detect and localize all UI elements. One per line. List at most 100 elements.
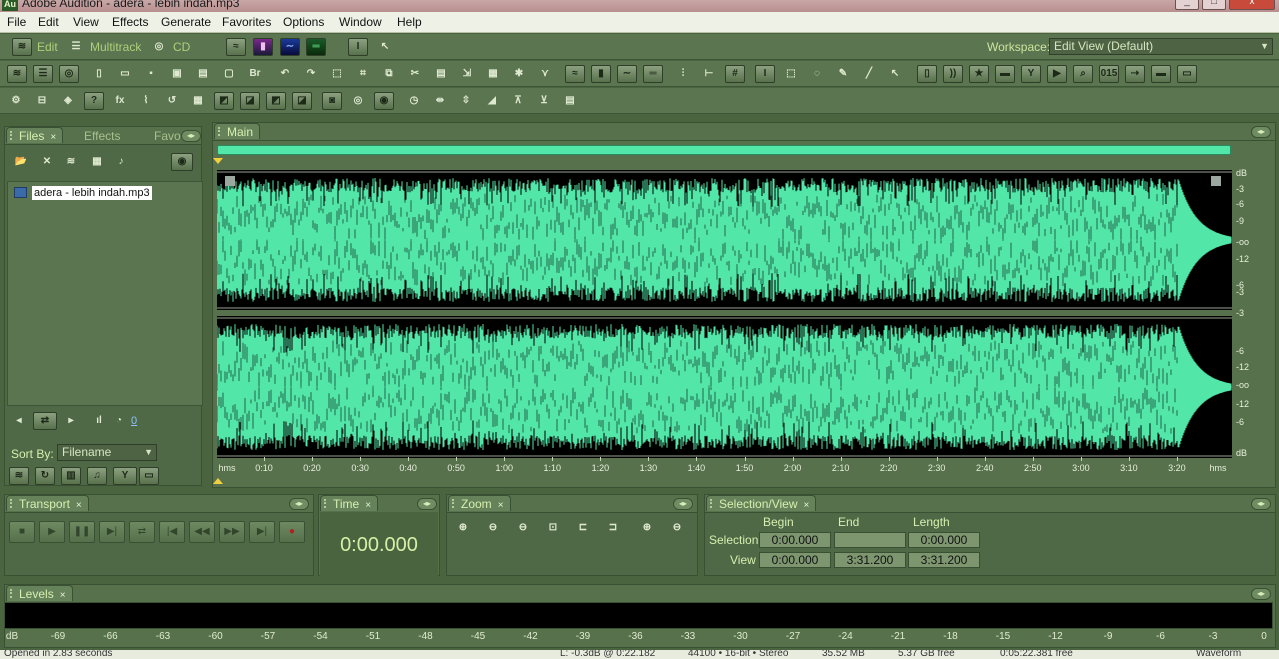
open-file-icon[interactable]: ▭ bbox=[115, 65, 135, 83]
go-to-start-button[interactable]: |◀ bbox=[159, 521, 185, 543]
pan-icon[interactable]: ═ bbox=[643, 65, 663, 83]
close-icon[interactable]: × bbox=[804, 500, 810, 511]
full-path-icon[interactable]: Y bbox=[113, 467, 137, 485]
mode-edit-label[interactable]: Edit bbox=[37, 40, 58, 54]
cd-icon[interactable]: ◎ bbox=[149, 38, 169, 56]
redo-icon[interactable]: ↷ bbox=[301, 65, 321, 83]
zoom-right-edge-icon[interactable]: ⊐ bbox=[603, 519, 623, 537]
compress-icon[interactable]: ◪ bbox=[240, 92, 260, 110]
pause-button[interactable]: ❚❚ bbox=[69, 521, 95, 543]
mode-multitrack-label[interactable]: Multitrack bbox=[90, 40, 141, 54]
stop-button[interactable]: ■ bbox=[9, 521, 35, 543]
loop-icon[interactable]: ⇄ bbox=[33, 412, 57, 430]
view-end-field[interactable]: 3:31.200 bbox=[834, 552, 906, 568]
save-selection-icon[interactable]: ▤ bbox=[193, 65, 213, 83]
close-icon[interactable]: × bbox=[76, 500, 82, 511]
menu-edit[interactable]: Edit bbox=[38, 15, 59, 29]
time-selection-tool-icon[interactable]: I bbox=[755, 65, 775, 83]
edit-view-icon[interactable]: ≋ bbox=[12, 38, 32, 56]
fast-forward-button[interactable]: ▶▶ bbox=[219, 521, 245, 543]
analyze-icon[interactable]: ▤ bbox=[560, 92, 580, 110]
amplitude-icon[interactable]: ⚙ bbox=[6, 92, 26, 110]
zoom-in-horizontal-icon[interactable]: ⊕ bbox=[453, 519, 473, 537]
fx-icon[interactable]: fx bbox=[110, 92, 130, 110]
menu-view[interactable]: View bbox=[73, 15, 99, 29]
close-file-icon[interactable]: ✕ bbox=[37, 153, 57, 171]
view-length-field[interactable]: 3:31.200 bbox=[908, 552, 980, 568]
spectral-icon[interactable]: ▮ bbox=[591, 65, 611, 83]
panel-menu-icon[interactable]: ◂▸ bbox=[181, 130, 201, 142]
menu-effects[interactable]: Effects bbox=[112, 15, 148, 29]
copy-file-icon[interactable]: ▢ bbox=[219, 65, 239, 83]
bridge-icon[interactable]: Br bbox=[245, 65, 265, 83]
help-icon[interactable]: ? bbox=[84, 92, 104, 110]
spectral-view-icon[interactable]: ▮ bbox=[253, 38, 273, 56]
favorite-icon[interactable]: ★ bbox=[969, 65, 989, 83]
time-icon[interactable]: 015 bbox=[1099, 65, 1119, 83]
brush-icon[interactable]: ✎ bbox=[833, 65, 853, 83]
eq-icon[interactable]: ⌇ bbox=[136, 92, 156, 110]
pitch-icon[interactable]: ⇳ bbox=[456, 92, 476, 110]
filter-fx-icon[interactable]: ◪ bbox=[292, 92, 312, 110]
reverse-icon[interactable]: ↺ bbox=[162, 92, 182, 110]
zoom-in-vertical-icon[interactable]: ⊕ bbox=[637, 519, 657, 537]
select-all-icon[interactable]: ⬚ bbox=[327, 65, 347, 83]
tempo-icon[interactable]: ◷ bbox=[404, 92, 424, 110]
zoom-out-vertical-icon[interactable]: ⊖ bbox=[667, 519, 687, 537]
channel-corner-handle[interactable] bbox=[225, 176, 235, 186]
menu-generate[interactable]: Generate bbox=[161, 15, 211, 29]
panel-menu-icon[interactable]: ◂▸ bbox=[1251, 588, 1271, 600]
view-audio-icon[interactable]: ≋ bbox=[9, 467, 29, 485]
autoplay-icon[interactable]: ♪ bbox=[111, 153, 131, 171]
close-icon[interactable]: × bbox=[60, 590, 66, 601]
tab-selection-view[interactable]: Selection/View × bbox=[706, 495, 817, 511]
spectral-fx-icon[interactable]: ◙ bbox=[322, 92, 342, 110]
lasso-icon[interactable]: ◌ bbox=[807, 65, 827, 83]
mode-cd-label[interactable]: CD bbox=[173, 40, 190, 54]
waveform-view-icon[interactable]: ≈ bbox=[226, 38, 246, 56]
menu-options[interactable]: Options bbox=[283, 15, 324, 29]
window-icon[interactable]: ▭ bbox=[1177, 65, 1197, 83]
show-options-icon[interactable]: ◉ bbox=[171, 153, 193, 171]
tab-files[interactable]: Files × bbox=[6, 127, 64, 143]
phase-icon[interactable]: ⊻ bbox=[534, 92, 554, 110]
play-icon[interactable]: ▶ bbox=[1047, 65, 1067, 83]
sort-by-select[interactable]: Filename ▼ bbox=[57, 444, 157, 461]
cue-icon[interactable]: ▦ bbox=[483, 65, 503, 83]
crop-icon[interactable]: ⌗ bbox=[353, 65, 373, 83]
volume-knob-icon[interactable]: ◔ bbox=[109, 412, 129, 430]
spectral-pitch-icon[interactable]: ∼ bbox=[617, 65, 637, 83]
noise-print-icon[interactable]: ◎ bbox=[348, 92, 368, 110]
marker-icon[interactable]: ✱ bbox=[509, 65, 529, 83]
find-icon[interactable]: ⌕ bbox=[1073, 65, 1093, 83]
tab-main[interactable]: Main bbox=[214, 123, 261, 139]
hybrid-tool-icon[interactable]: ↖ bbox=[375, 38, 395, 56]
tab-time[interactable]: Time × bbox=[320, 495, 379, 511]
close-window-button[interactable]: x bbox=[1229, 0, 1275, 10]
maximize-button[interactable]: □ bbox=[1202, 0, 1226, 10]
marquee-icon[interactable]: ⬚ bbox=[781, 65, 801, 83]
panel-menu-icon[interactable]: ◂▸ bbox=[289, 498, 309, 510]
zoom-out-full-icon[interactable]: ⊖ bbox=[513, 519, 533, 537]
noise-reduction-icon[interactable]: ⊟ bbox=[32, 92, 52, 110]
spectrum-icon[interactable]: ▬ bbox=[995, 65, 1015, 83]
cd-view-icon[interactable]: ◎ bbox=[59, 65, 79, 83]
record-fx-icon[interactable]: ◉ bbox=[374, 92, 394, 110]
show-cues-icon[interactable]: ▭ bbox=[139, 467, 159, 485]
overview-bar[interactable] bbox=[217, 145, 1231, 155]
go-to-end-button[interactable]: ▶| bbox=[249, 521, 275, 543]
zoom-out-horizontal-icon[interactable]: ⊖ bbox=[483, 519, 503, 537]
play-to-end-button[interactable]: ▶| bbox=[99, 521, 125, 543]
view-begin-field[interactable]: 0:00.000 bbox=[759, 552, 831, 568]
insert-cd-icon[interactable]: ▦ bbox=[87, 153, 107, 171]
save-all-icon[interactable]: ▣ bbox=[167, 65, 187, 83]
selection-begin-field[interactable]: 0:00.000 bbox=[759, 532, 831, 548]
multitrack-view-icon[interactable]: ☰ bbox=[33, 65, 53, 83]
forward-icon[interactable]: ▸ bbox=[61, 412, 81, 430]
envelope-icon[interactable]: ◢ bbox=[482, 92, 502, 110]
tab-levels[interactable]: Levels × bbox=[6, 585, 73, 601]
close-icon[interactable]: × bbox=[50, 132, 56, 143]
playhead-top-icon[interactable] bbox=[213, 158, 223, 164]
cut-icon[interactable]: ✂ bbox=[405, 65, 425, 83]
menu-file[interactable]: File bbox=[7, 15, 26, 29]
